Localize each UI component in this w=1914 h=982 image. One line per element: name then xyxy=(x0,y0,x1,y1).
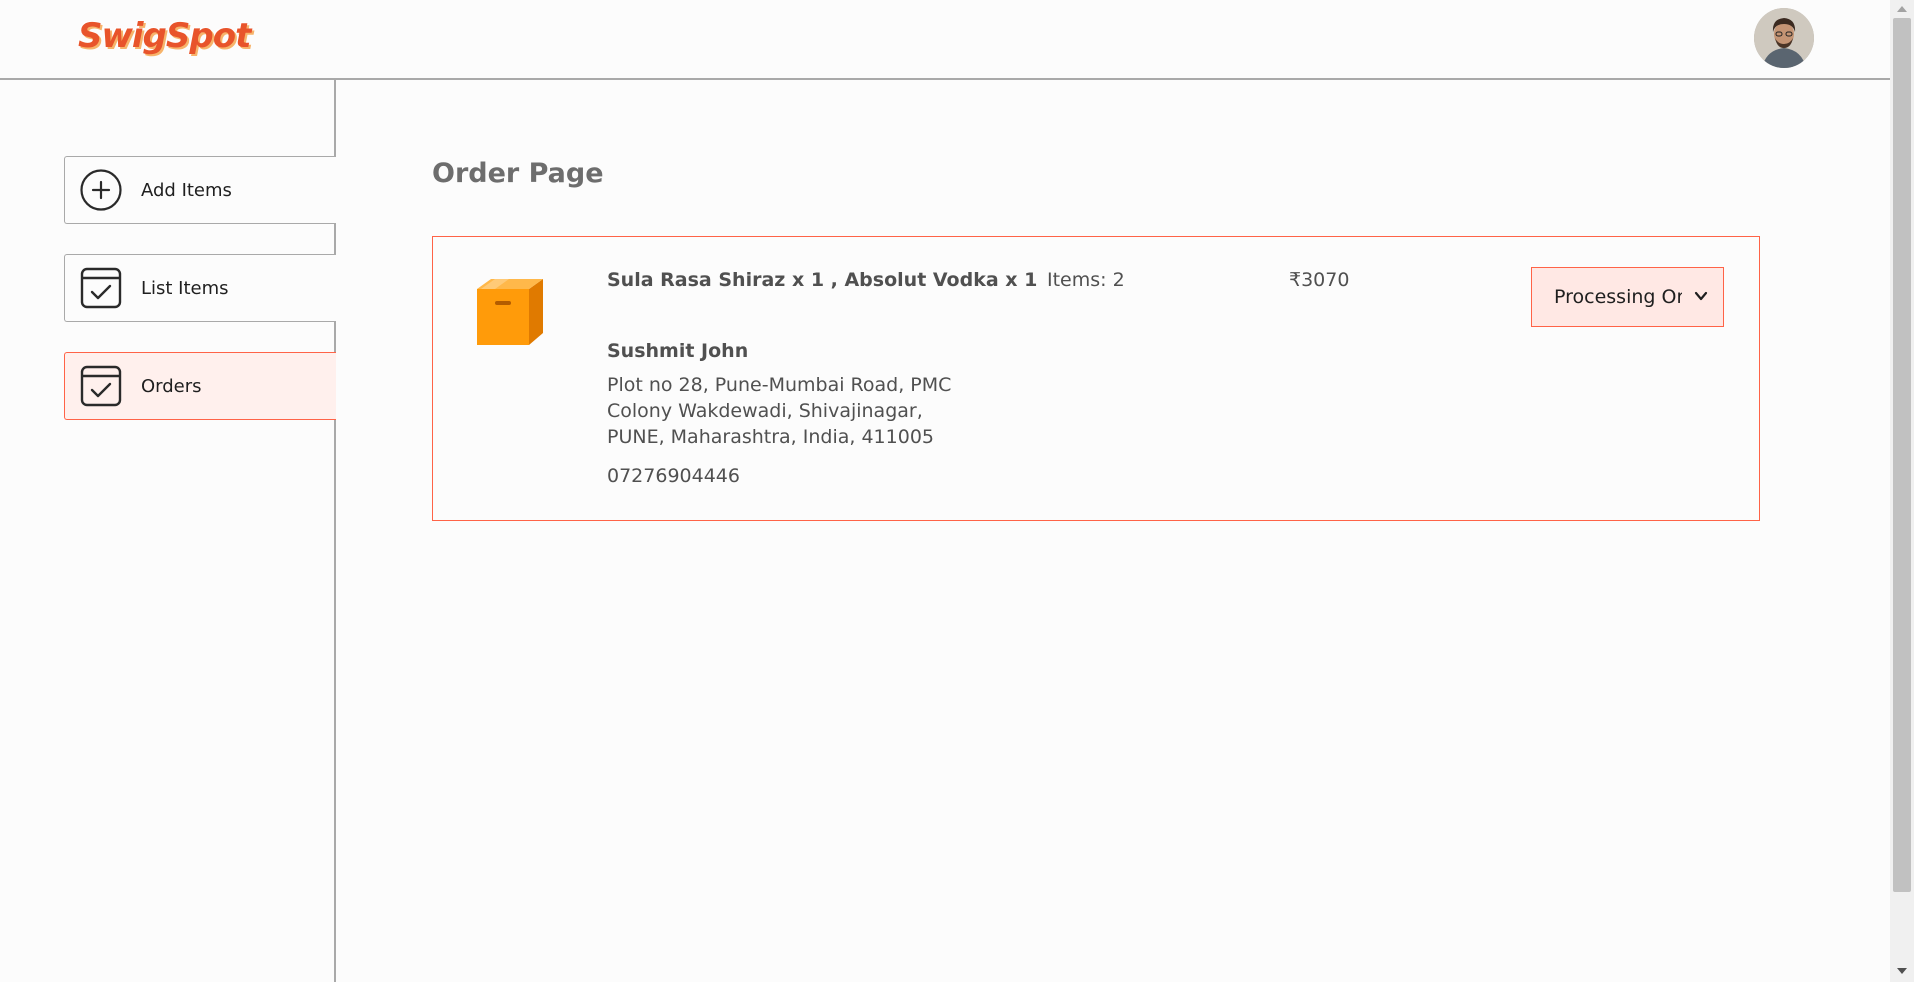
parcel-box-icon xyxy=(473,275,545,347)
customer-address: Plot no 28, Pune-Mumbai Road, PMC Colony… xyxy=(607,374,952,448)
checkbox-calendar-icon xyxy=(79,266,123,310)
page-scrollbar[interactable] xyxy=(1890,0,1914,982)
sidebar: Add Items List Items Orders xyxy=(0,80,336,982)
items-count: Items: 2 xyxy=(1047,269,1125,291)
sidebar-item-label: Orders xyxy=(141,375,202,397)
customer-phone: 07276904446 xyxy=(607,465,740,487)
chevron-down-icon xyxy=(1693,288,1709,308)
avatar-image xyxy=(1754,8,1814,68)
order-card: Sula Rasa Shiraz x 1 , Absolut Vodka x 1… xyxy=(432,236,1760,521)
logo[interactable]: SwigSpot xyxy=(78,16,251,56)
sidebar-item-add-items[interactable]: Add Items xyxy=(64,156,336,224)
order-amount: ₹3070 xyxy=(1289,269,1350,291)
order-status-value: Processing Order xyxy=(1554,286,1682,308)
plus-circle-icon xyxy=(79,168,123,212)
sidebar-item-label: Add Items xyxy=(141,179,232,201)
navbar: SwigSpot xyxy=(0,0,1890,80)
customer-name: Sushmit John xyxy=(607,340,749,362)
profile-avatar[interactable] xyxy=(1754,8,1814,68)
order-status-select[interactable]: Processing Order xyxy=(1531,267,1724,327)
checkbox-calendar-icon xyxy=(79,364,123,408)
scroll-down-arrow-icon[interactable] xyxy=(1897,968,1907,974)
sidebar-item-orders[interactable]: Orders xyxy=(64,352,336,420)
order-items-text: Sula Rasa Shiraz x 1 , Absolut Vodka x 1 xyxy=(607,269,1038,291)
scroll-thumb[interactable] xyxy=(1893,18,1911,892)
scroll-up-arrow-icon[interactable] xyxy=(1897,6,1907,12)
sidebar-item-list-items[interactable]: List Items xyxy=(64,254,336,322)
page-title: Order Page xyxy=(432,158,604,189)
sidebar-item-label: List Items xyxy=(141,277,229,299)
